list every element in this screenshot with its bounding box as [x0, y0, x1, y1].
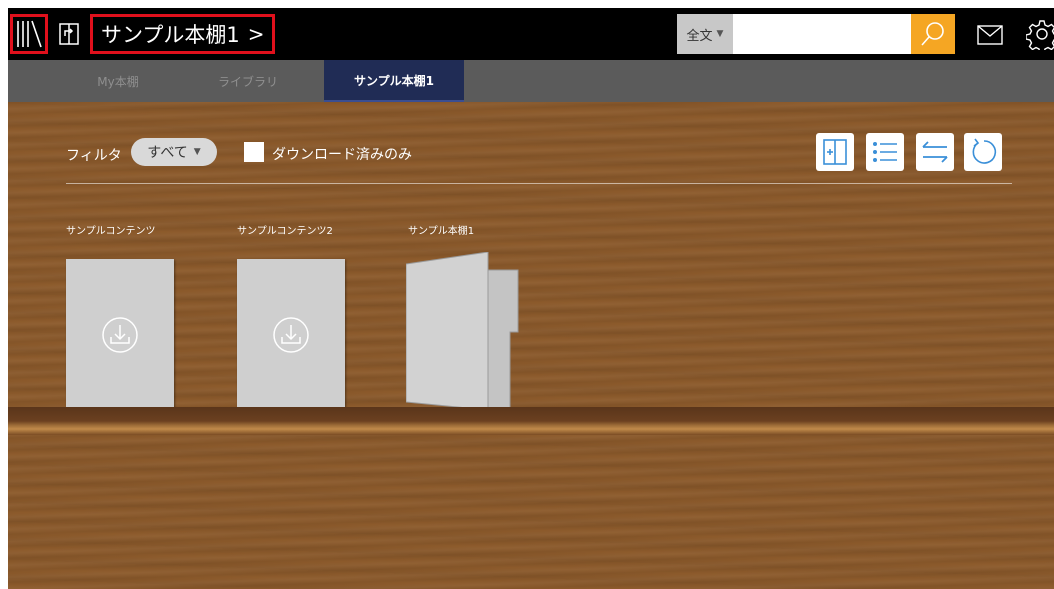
tab-label: My本棚 — [97, 74, 139, 89]
app-window: サンプル本棚1 > 全文 ▼ My本棚 ライブラリ サンプル本棚1 フィルタ す… — [8, 8, 1054, 589]
caret-down-icon: ▼ — [716, 29, 724, 39]
item-title: サンプルコンテンツ2 — [237, 226, 333, 237]
search-button[interactable] — [911, 14, 955, 54]
add-shelf-icon — [823, 139, 847, 165]
book-cover[interactable] — [66, 259, 174, 410]
downloaded-only-checkbox[interactable] — [244, 142, 264, 162]
search-scope-value: 全文 — [686, 28, 713, 44]
bookshelf-area: フィルタ すべて ▼ ダウンロード済みのみ サンプルコンテンツ サンプルコンテン… — [8, 102, 1054, 589]
caret-down-icon: ▼ — [193, 147, 201, 157]
bookshelf-folder[interactable] — [405, 251, 526, 412]
tab-sample-bookshelf[interactable]: サンプル本棚1 — [324, 60, 464, 102]
list-view-icon — [873, 142, 897, 162]
shelf-board — [8, 407, 1054, 435]
add-shelf-button[interactable] — [816, 133, 854, 171]
top-bar: サンプル本棚1 > 全文 ▼ — [8, 8, 1054, 60]
item-title: サンプル本棚1 — [408, 226, 475, 237]
tab-bar: My本棚 ライブラリ サンプル本棚1 — [8, 60, 1054, 102]
tab-my-bookshelf[interactable]: My本棚 — [72, 60, 164, 102]
tab-label: サンプル本棚1 — [354, 73, 434, 88]
filter-label: フィルタ — [66, 148, 122, 164]
refresh-button[interactable] — [964, 133, 1002, 171]
breadcrumb-title[interactable]: サンプル本棚1 > — [90, 14, 275, 54]
chevron-right-icon: > — [247, 22, 265, 46]
gear-icon[interactable] — [1025, 18, 1054, 54]
list-view-button[interactable] — [866, 133, 904, 171]
filter-value: すべて — [147, 145, 188, 161]
mail-icon[interactable] — [976, 24, 1006, 46]
tab-label: ライブラリ — [217, 74, 278, 89]
library-icon[interactable] — [10, 14, 48, 54]
download-icon — [273, 316, 309, 353]
download-icon — [102, 316, 138, 353]
tab-library[interactable]: ライブラリ — [198, 60, 298, 102]
page-title: サンプル本棚1 — [101, 23, 240, 47]
filter-select[interactable]: すべて ▼ — [131, 138, 217, 166]
item-title: サンプルコンテンツ — [66, 226, 156, 237]
refresh-icon — [972, 138, 997, 164]
divider — [66, 183, 1012, 184]
search-icon — [921, 22, 944, 46]
sort-button[interactable] — [916, 133, 954, 171]
book-cover[interactable] — [237, 259, 345, 410]
downloaded-only-label: ダウンロード済みのみ — [272, 147, 412, 163]
search-scope-select[interactable]: 全文 ▼ — [677, 14, 733, 54]
share-icon[interactable] — [58, 22, 80, 46]
search-input[interactable] — [733, 14, 911, 54]
sort-icon — [922, 141, 948, 163]
bookshelf-folder-icon — [405, 251, 519, 411]
